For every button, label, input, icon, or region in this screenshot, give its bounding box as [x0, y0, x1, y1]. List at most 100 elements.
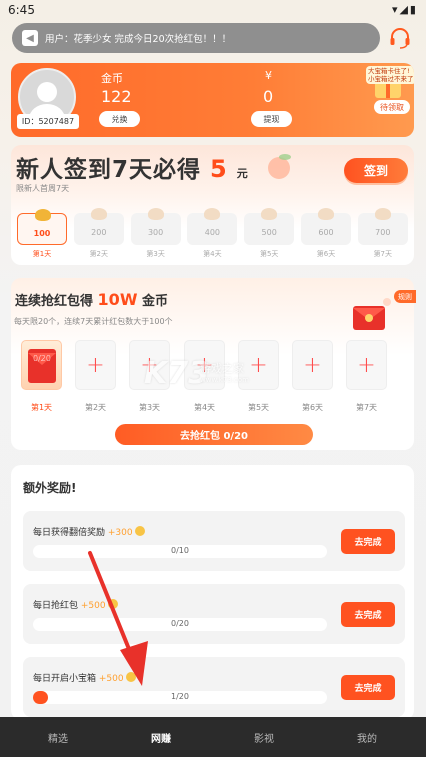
watermark-cn: 游戏之家 — [200, 362, 244, 375]
signin-day-amount: 700 — [375, 228, 391, 237]
coin-stack-icon — [374, 208, 391, 220]
customer-service-icon[interactable] — [388, 26, 412, 50]
task-reward: +500 — [98, 674, 124, 684]
grab-slot-1[interactable]: 0/20 — [21, 340, 62, 390]
task-item: 每日开启小宝箱 +500 1/20 去完成 — [23, 657, 405, 717]
gift-bubble: 大宝箱卡住了! 小宝箱过不来了 — [366, 66, 414, 84]
profile-card: ID：5207487 金币 122 兑换 ¥ 0 提现 大宝箱卡住了! 小宝箱过… — [11, 63, 414, 137]
signin-day-label: 第5天 — [259, 250, 279, 258]
plus-icon: + — [303, 352, 322, 378]
signin-day-label: 第6天 — [316, 250, 336, 258]
signin-day-3[interactable]: 300 — [130, 208, 181, 245]
exchange-button[interactable]: 兑换 — [99, 111, 140, 127]
coin-stack-icon — [204, 208, 221, 220]
task-go-button[interactable]: 去完成 — [341, 675, 395, 700]
status-time: 6:45 — [8, 3, 35, 17]
task-go-button[interactable]: 去完成 — [341, 602, 395, 627]
signin-day-6[interactable]: 600 — [301, 208, 351, 245]
nav-item-3[interactable]: 影视 — [234, 730, 294, 745]
grab-slot-label: 第5天 — [247, 403, 270, 412]
signin-days: 100 第1天 200 第2天 300 第3天 400 第4天 500 第5天 600 第6天 700 第… — [17, 208, 408, 263]
task-reward: +500 — [80, 601, 106, 611]
signin-day-1[interactable]: 100 — [17, 209, 67, 245]
signin-title-number: 5 — [210, 155, 228, 183]
task-item: 每日获得翻倍奖励 +300 0/10 去完成 — [23, 511, 405, 571]
grab-slot-label: 第3天 — [138, 403, 161, 412]
signin-day-label: 第3天 — [146, 250, 165, 258]
red-packet-icon: 0/20 — [26, 343, 58, 385]
nav-item-2[interactable]: 网赚 — [131, 730, 191, 745]
red-envelope-decoration-icon — [353, 298, 391, 330]
task-name: 每日抢红包 +500 — [33, 598, 118, 611]
signin-day-amount: 300 — [147, 228, 164, 237]
red-packet-count: 0/20 — [33, 354, 51, 363]
signin-title: 新人签到7天必得 5 元 — [16, 155, 249, 183]
task-progress-bar: 0/20 — [33, 618, 327, 631]
signin-day-label: 第4天 — [203, 250, 222, 258]
task-progress-bar: 0/10 — [33, 545, 327, 558]
coin-icon — [125, 672, 136, 682]
notice-bar[interactable]: ◀ 用户：花季少女 完成今日20次抢红包！！！ — [12, 23, 380, 53]
money-label: ¥ — [265, 69, 272, 82]
task-reward: +300 — [107, 528, 133, 538]
task-progress-text: 1/20 — [171, 692, 189, 701]
task-item: 每日抢红包 +500 0/20 去完成 — [23, 584, 405, 644]
signin-card: 新人签到7天必得 5 元 限新人首周7天 签到 100 第1天 200 第2天 300 第… — [11, 145, 414, 265]
withdraw-button[interactable]: 提现 — [251, 111, 292, 127]
status-icons: ▾◢▮ — [391, 3, 418, 16]
rules-button[interactable]: 规则 — [394, 290, 416, 303]
coin-icon — [134, 526, 145, 536]
grab-slot-label: 第6天 — [301, 403, 324, 412]
grab-slot-label: 第4天 — [193, 403, 216, 412]
pending-claim-button[interactable]: 待领取 — [374, 100, 410, 114]
signin-day-amount: 200 — [91, 228, 107, 237]
nav-item-4[interactable]: 我的 — [337, 730, 397, 745]
grab-slot-label: 第7天 — [355, 403, 378, 412]
coin-value: 122 — [101, 87, 132, 106]
signin-day-amount: 100 — [33, 229, 51, 238]
coin-stack-icon — [35, 209, 51, 221]
signin-day-5[interactable]: 500 — [244, 208, 295, 245]
task-go-button[interactable]: 去完成 — [341, 529, 395, 554]
grab-title-highlight: 10W — [97, 290, 138, 309]
coin-stack-icon — [261, 208, 278, 220]
grab-subtitle: 每天限20个，连续7天累计红包数大于100个 — [14, 317, 173, 326]
grab-slot-7[interactable]: + — [346, 340, 387, 390]
site-watermark: K73 游戏之家 www.k73.com — [144, 356, 284, 400]
grab-redpacket-button[interactable]: 去抢红包 0/20 — [115, 424, 313, 445]
signin-day-amount: 500 — [261, 228, 277, 237]
signin-day-4[interactable]: 400 — [187, 208, 238, 245]
nav-item-1[interactable]: 精选 — [28, 730, 88, 745]
money-value: 0 — [263, 87, 274, 106]
signin-day-7[interactable]: 700 — [357, 208, 408, 245]
extra-rewards-card: 额外奖励! 每日获得翻倍奖励 +300 0/10 去完成 每日抢红包 +500 0/20… — [11, 465, 414, 720]
status-bar: 6:45 ▾◢▮ — [0, 0, 426, 22]
plus-icon: + — [357, 352, 376, 378]
coin-stack-icon — [90, 208, 107, 220]
grab-slot-6[interactable]: + — [292, 340, 333, 390]
coin-stack-icon — [147, 208, 164, 220]
signin-button[interactable]: 签到 — [344, 158, 408, 183]
user-id: ID：5207487 — [17, 114, 79, 129]
grab-title: 连续抢红包得 10W 金币 — [15, 290, 169, 309]
peach-decoration-icon — [268, 154, 291, 179]
task-progress-text: 0/10 — [171, 546, 189, 555]
grab-slot-2[interactable]: + — [75, 340, 116, 390]
coin-icon — [107, 599, 118, 609]
coin-label: 金币 — [101, 72, 123, 85]
task-name: 每日开启小宝箱 +500 — [33, 671, 136, 684]
extra-rewards-title: 额外奖励! — [23, 481, 77, 495]
task-progress-bar: 1/20 — [33, 691, 327, 704]
task-progress-text: 0/20 — [171, 619, 189, 628]
signin-day-label: 第2天 — [89, 250, 109, 258]
notice-text: 用户：花季少女 完成今日20次抢红包！！！ — [45, 34, 232, 45]
signin-day-2[interactable]: 200 — [73, 208, 124, 245]
signin-day-amount: 600 — [318, 228, 334, 237]
signin-day-label: 第1天 — [32, 250, 52, 258]
signin-title-unit: 元 — [236, 167, 249, 180]
plus-icon: + — [86, 352, 105, 378]
coin-stack-icon — [318, 208, 334, 220]
signin-subtitle: 限新人首周7天 — [16, 184, 70, 193]
signin-day-label: 第7天 — [373, 250, 393, 258]
grab-slot-label: 第1天 — [30, 403, 53, 412]
